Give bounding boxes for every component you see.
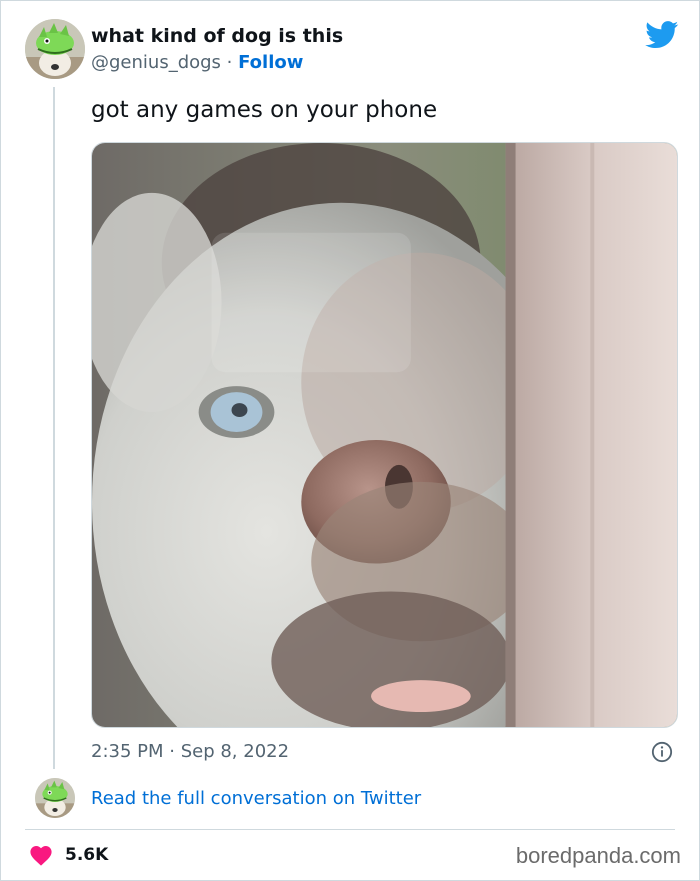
dog-photo-image: [92, 143, 677, 727]
author-handle[interactable]: @genius_dogs: [91, 52, 221, 73]
avatar-image: [25, 19, 85, 79]
twitter-bird-icon[interactable]: [645, 21, 679, 49]
avatar-image: [35, 778, 75, 818]
watermark: boredpanda.com: [515, 843, 681, 868]
info-icon[interactable]: [651, 741, 673, 763]
tweet-photo[interactable]: [91, 142, 678, 728]
tweet-timestamp[interactable]: 2:35 PM · Sep 8, 2022: [91, 741, 289, 762]
read-conversation-link[interactable]: Read the full conversation on Twitter: [91, 788, 421, 809]
tweet-card: what kind of dog is this @genius_dogs · …: [0, 0, 700, 881]
author-display-name[interactable]: what kind of dog is this: [91, 25, 343, 47]
handle-separator: ·: [220, 52, 239, 73]
author-handle-row: @genius_dogs · Follow: [91, 52, 303, 73]
reply-avatar[interactable]: [35, 778, 75, 818]
follow-button[interactable]: Follow: [238, 52, 303, 73]
thread-line: [53, 87, 55, 769]
tweet-text: got any games on your phone: [91, 97, 438, 123]
divider: [25, 829, 675, 830]
author-avatar[interactable]: [25, 19, 85, 79]
like-count: 5.6K: [65, 845, 109, 865]
heart-icon[interactable]: [29, 844, 53, 866]
